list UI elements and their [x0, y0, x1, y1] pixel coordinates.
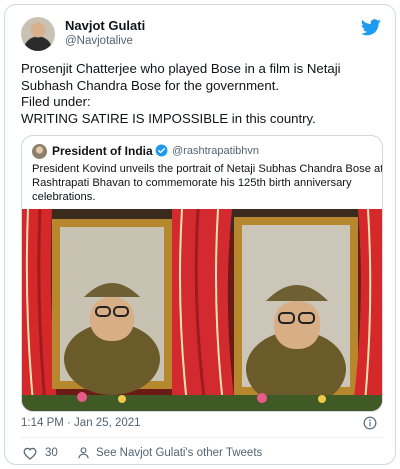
tweet-card[interactable]: Navjot Gulati @Navjotalive Prosenjit Cha… — [4, 4, 396, 465]
tweet-line: WRITING SATIRE IS IMPOSSIBLE in this cou… — [21, 110, 316, 126]
see-other-tweets-link[interactable]: See Navjot Gulati's other Tweets — [96, 447, 262, 459]
quoted-avatar[interactable] — [32, 144, 47, 159]
tweet-line: Filed under: — [21, 94, 91, 109]
quoted-author-handle[interactable]: @rashtrapatibhvn — [172, 145, 259, 157]
quoted-author-name[interactable]: President of India — [52, 144, 153, 158]
quoted-text: President Kovind unveils the portrait of… — [32, 162, 383, 204]
tweet-timestamp[interactable]: 1:14 PM · Jan 25, 2021 — [21, 417, 141, 429]
author-avatar[interactable] — [21, 17, 55, 51]
author-name[interactable]: Navjot Gulati — [65, 18, 145, 33]
portrait-photo[interactable] — [22, 209, 383, 412]
tweet-text: Prosenjit Chatterjee who played Bose in … — [21, 61, 393, 127]
author-handle[interactable]: @Navjotalive — [65, 35, 133, 47]
quoted-line: Rashtrapati Bhavan to commemorate his 12… — [32, 177, 352, 189]
quoted-tweet[interactable]: President of India @rashtrapatibhvn Pres… — [21, 135, 383, 412]
tweet-line: Prosenjit Chatterjee who played Bose in … — [21, 61, 341, 76]
verified-badge-icon — [155, 144, 168, 157]
divider — [21, 437, 383, 438]
info-icon[interactable] — [363, 416, 377, 430]
quoted-line: President Kovind unveils the portrait of… — [32, 163, 383, 175]
heart-icon[interactable] — [23, 447, 37, 460]
quoted-line: celebrations. — [32, 191, 96, 203]
tweet-line: Subhash Chandra Bose for the government. — [21, 77, 280, 93]
twitter-bird-icon[interactable] — [361, 19, 381, 36]
like-count[interactable]: 30 — [45, 447, 58, 459]
person-icon[interactable] — [77, 446, 90, 460]
